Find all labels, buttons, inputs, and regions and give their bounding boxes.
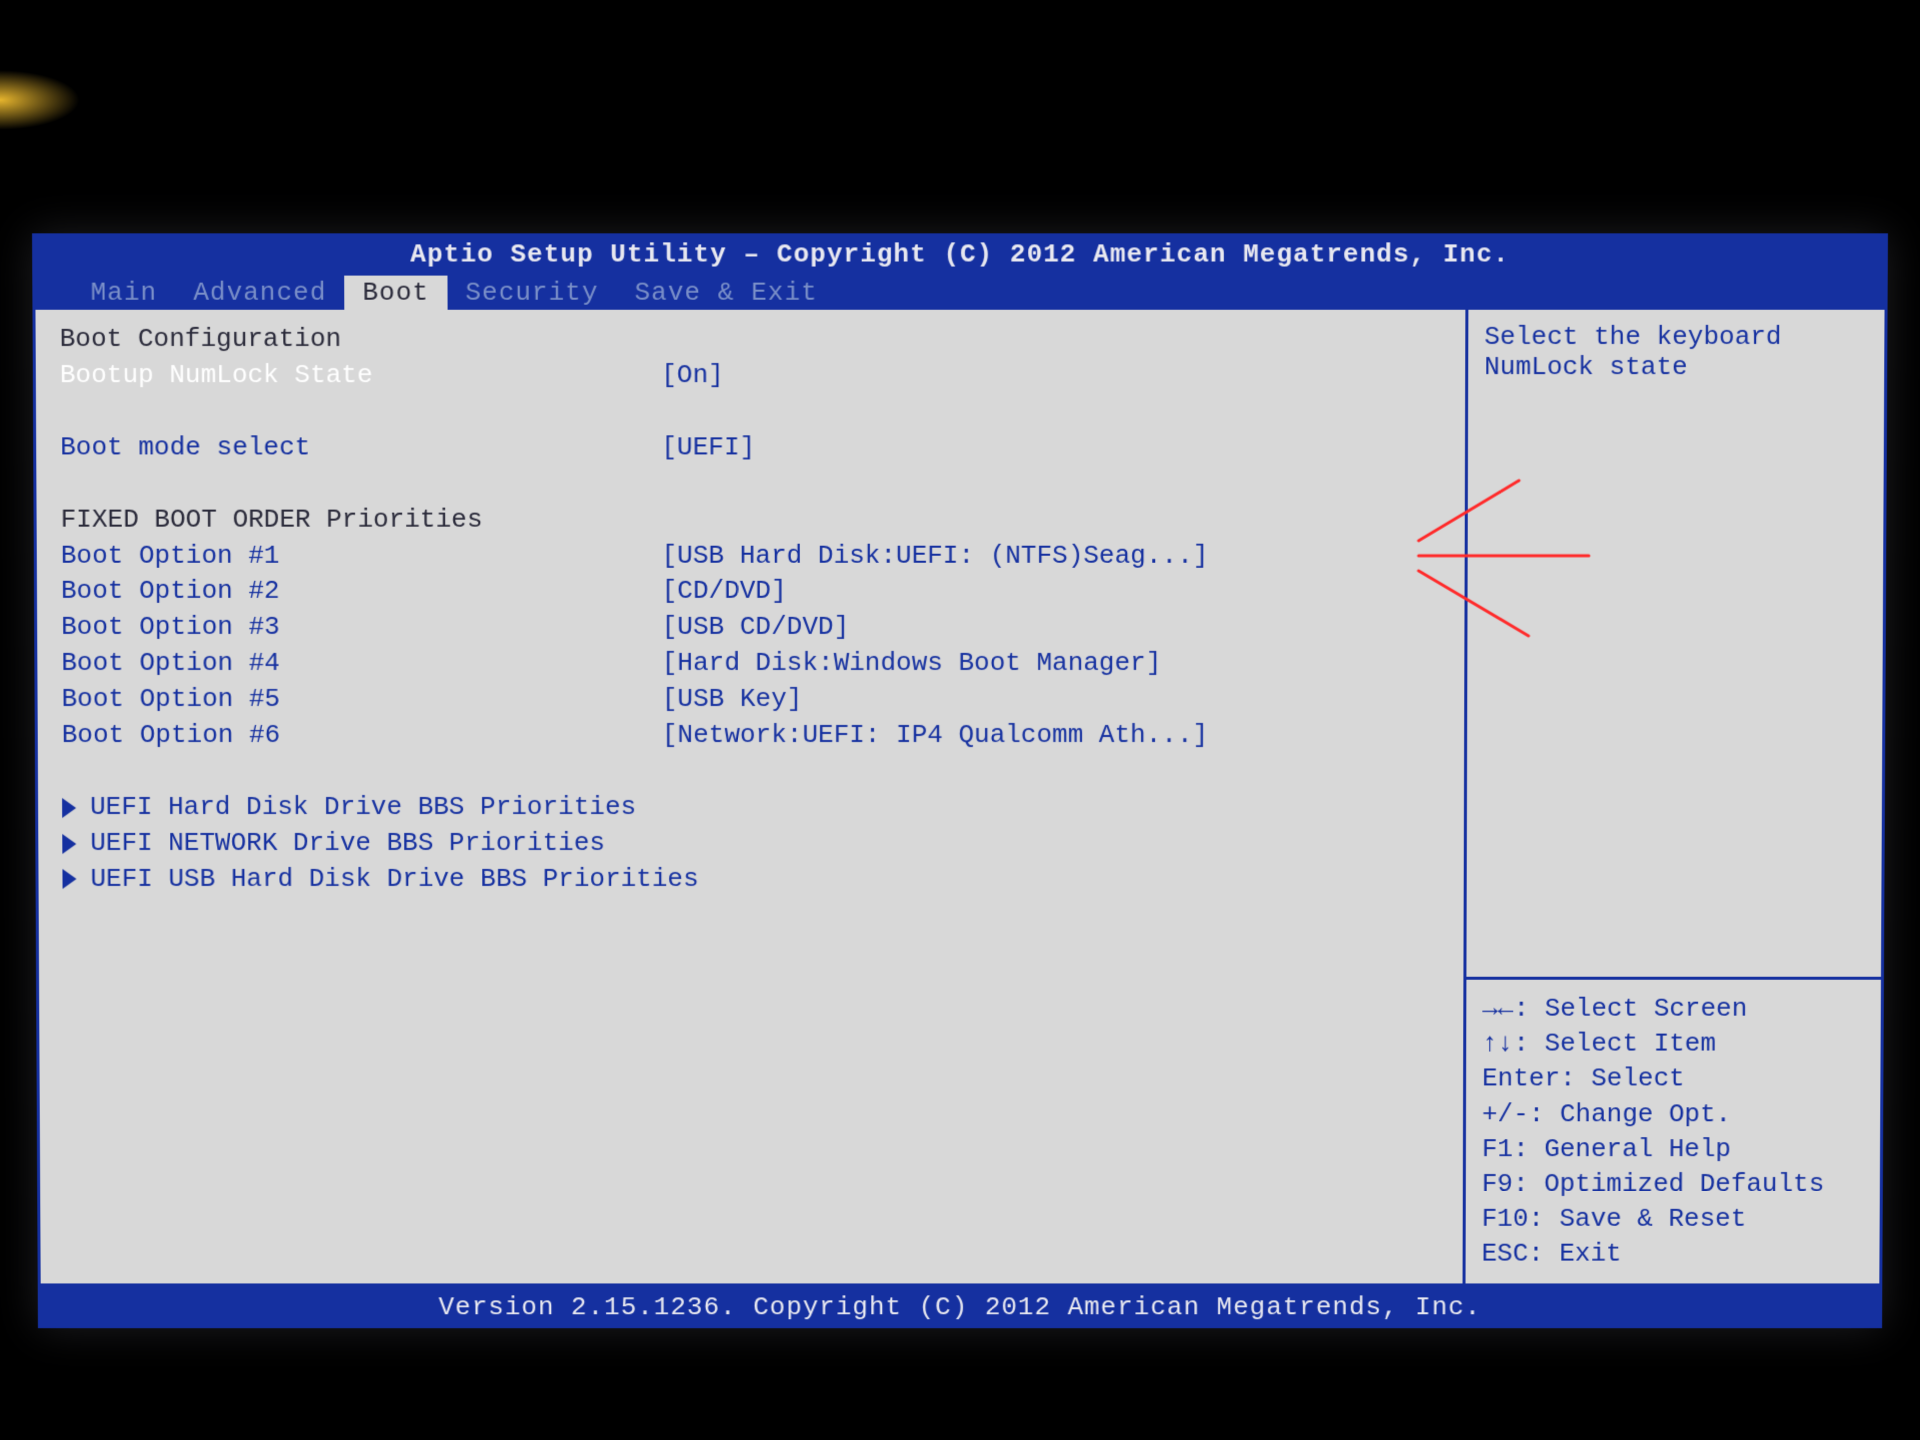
tab-advanced[interactable]: Advanced: [175, 276, 344, 310]
tab-save-exit[interactable]: Save & Exit: [616, 276, 835, 310]
tab-security[interactable]: Security: [447, 276, 616, 310]
boot-option-4-label: Boot Option #4: [61, 646, 662, 682]
content-area: Boot Configuration Bootup NumLock State …: [32, 310, 1887, 1287]
section-fixed-boot-order: FIXED BOOT ORDER Priorities: [61, 502, 662, 538]
triangle-icon: [62, 834, 76, 854]
triangle-icon: [62, 869, 76, 889]
key-hint: +/-: Change Opt.: [1482, 1097, 1864, 1132]
key-hint: F1: General Help: [1482, 1132, 1864, 1167]
ambient-glow: [0, 70, 80, 130]
key-hint: ESC: Exit: [1482, 1237, 1864, 1272]
key-hint: ↑↓: Select Item: [1482, 1027, 1865, 1062]
key-hint: →←: Select Screen: [1482, 992, 1865, 1027]
side-panel: Select the keyboard NumLock state →←: Se…: [1466, 310, 1885, 1284]
boot-option-1-label: Boot Option #1: [61, 538, 662, 574]
option-boot-mode-label: Boot mode select: [60, 430, 661, 466]
help-line: Select the keyboard: [1484, 322, 1868, 352]
tab-main[interactable]: Main: [72, 276, 175, 310]
boot-option-6-label: Boot Option #6: [62, 718, 662, 754]
option-numlock-label: Bootup NumLock State: [60, 358, 662, 394]
key-legend-panel: →←: Select Screen ↑↓: Select Item Enter:…: [1466, 980, 1881, 1283]
boot-option-4-value: [Hard Disk:Windows Boot Manager]: [662, 646, 1441, 682]
help-text-panel: Select the keyboard NumLock state: [1466, 310, 1884, 980]
boot-option-6-value: [Network:UEFI: IP4 Qualcomm Ath...]: [662, 718, 1440, 754]
boot-option-4[interactable]: Boot Option #4 [Hard Disk:Windows Boot M…: [61, 646, 1440, 682]
boot-option-6[interactable]: Boot Option #6 [Network:UEFI: IP4 Qualco…: [62, 718, 1441, 754]
boot-option-3[interactable]: Boot Option #3 [USB CD/DVD]: [61, 610, 1440, 646]
boot-option-2[interactable]: Boot Option #2 [CD/DVD]: [61, 574, 1441, 610]
option-boot-mode-value: [UEFI]: [661, 430, 1441, 466]
submenu-uefi-usb-hdd-bbs[interactable]: UEFI USB Hard Disk Drive BBS Priorities: [62, 861, 1439, 897]
submenu-label: UEFI Hard Disk Drive BBS Priorities: [90, 790, 636, 826]
bios-setup-screen: Aptio Setup Utility – Copyright (C) 2012…: [32, 233, 1888, 1328]
boot-option-5[interactable]: Boot Option #5 [USB Key]: [61, 682, 1440, 718]
option-boot-mode[interactable]: Boot mode select [UEFI]: [60, 430, 1441, 466]
submenu-label: UEFI USB Hard Disk Drive BBS Priorities: [90, 861, 698, 897]
option-numlock[interactable]: Bootup NumLock State [On]: [60, 358, 1441, 394]
key-hint: F9: Optimized Defaults: [1482, 1167, 1864, 1202]
boot-option-1[interactable]: Boot Option #1 [USB Hard Disk:UEFI: (NTF…: [61, 538, 1441, 574]
footer-bar: Version 2.15.1236. Copyright (C) 2012 Am…: [38, 1286, 1883, 1328]
key-hint: Enter: Select: [1482, 1062, 1864, 1097]
triangle-icon: [62, 798, 76, 818]
boot-option-3-label: Boot Option #3: [61, 610, 662, 646]
boot-option-1-value: [USB Hard Disk:UEFI: (NTFS)Seag...]: [662, 538, 1441, 574]
boot-option-2-label: Boot Option #2: [61, 574, 662, 610]
boot-option-3-value: [USB CD/DVD]: [662, 610, 1441, 646]
submenu-uefi-hdd-bbs[interactable]: UEFI Hard Disk Drive BBS Priorities: [62, 790, 1440, 826]
title-bar: Aptio Setup Utility – Copyright (C) 2012…: [32, 233, 1888, 275]
section-boot-config: Boot Configuration: [60, 322, 662, 358]
tab-boot[interactable]: Boot: [344, 276, 447, 310]
submenu-label: UEFI NETWORK Drive BBS Priorities: [90, 826, 605, 862]
key-hint: F10: Save & Reset: [1482, 1202, 1864, 1237]
submenu-uefi-network-bbs[interactable]: UEFI NETWORK Drive BBS Priorities: [62, 826, 1440, 862]
boot-option-5-label: Boot Option #5: [61, 682, 661, 718]
boot-option-5-value: [USB Key]: [662, 682, 1440, 718]
boot-option-2-value: [CD/DVD]: [662, 574, 1441, 610]
tab-bar: Main Advanced Boot Security Save & Exit: [32, 276, 1887, 310]
main-panel: Boot Configuration Bootup NumLock State …: [35, 310, 1468, 1284]
help-line: NumLock state: [1484, 352, 1868, 382]
option-numlock-value: [On]: [661, 358, 1441, 394]
